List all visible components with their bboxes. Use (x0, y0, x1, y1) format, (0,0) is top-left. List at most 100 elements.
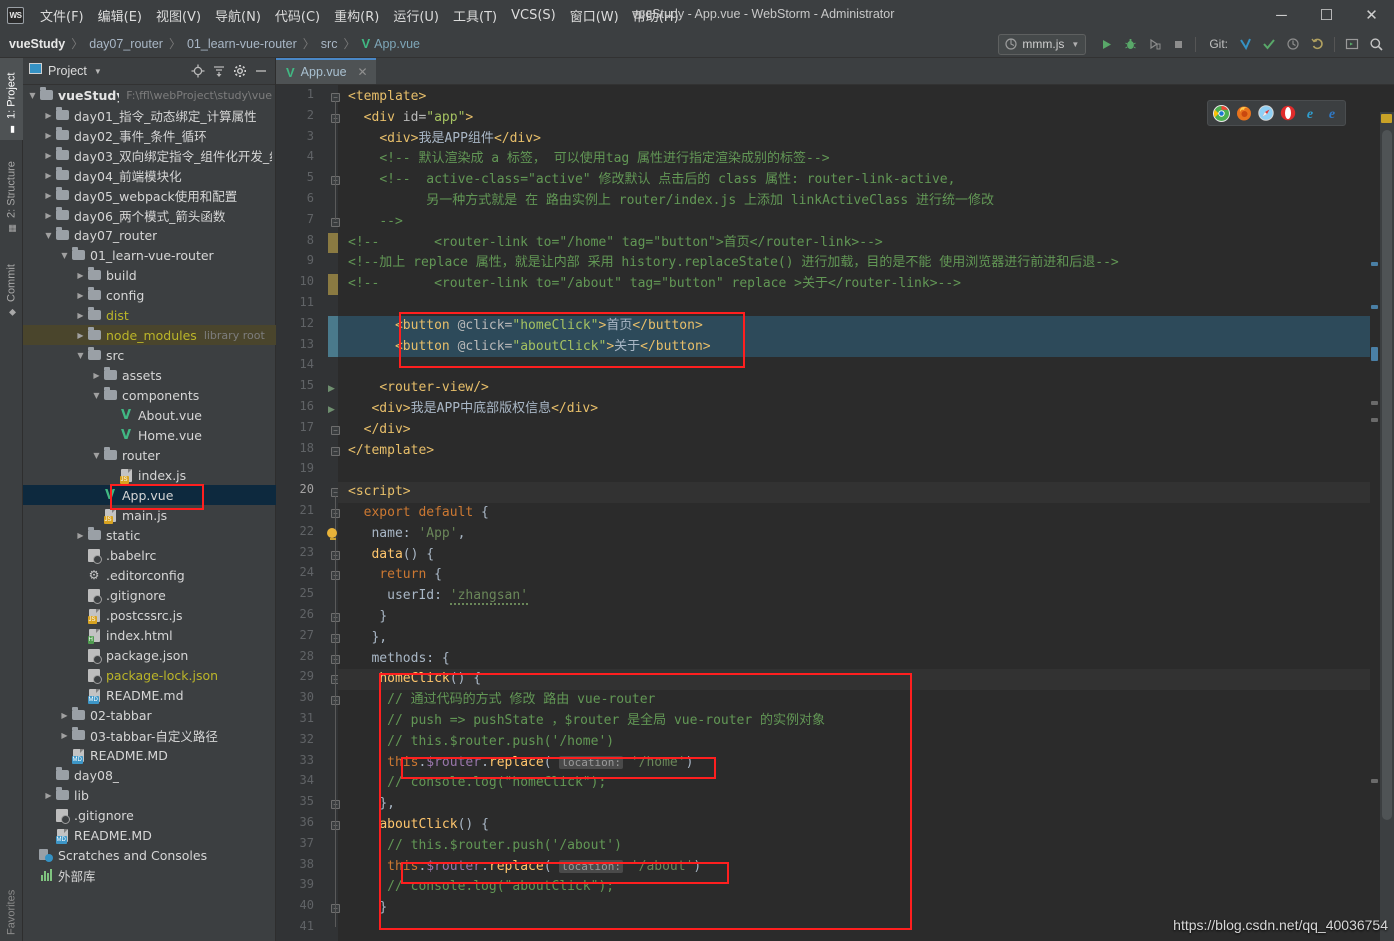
coverage-icon[interactable] (1143, 33, 1165, 55)
tree-node-16[interactable]: ·V About.vue (23, 405, 276, 425)
menu-code[interactable]: 代码(C) (268, 3, 327, 28)
undo-icon[interactable] (1306, 33, 1328, 55)
git-history-icon[interactable] (1282, 33, 1304, 55)
chevron-right-icon[interactable]: ▶ (75, 271, 86, 280)
tree-node-12[interactable]: ▶ node_modules library root (23, 325, 276, 345)
tree-node-11[interactable]: ▶ dist (23, 305, 276, 325)
chevron-down-icon[interactable]: ▼ (75, 351, 86, 360)
chevron-right-icon[interactable]: ▶ (43, 211, 54, 220)
tree-node-0[interactable]: ▼ vueStudy F:\ffl\webProject\study\vue (23, 85, 276, 105)
ie-icon[interactable]: e (1301, 105, 1318, 122)
breadcrumb-item-4[interactable]: App.vue (374, 37, 420, 51)
maximize-button[interactable]: ☐ (1304, 0, 1349, 30)
tree-node-35[interactable]: ▶ lib (23, 785, 276, 805)
tree-node-27[interactable]: ·Hindex.html (23, 625, 276, 645)
chevron-right-icon[interactable]: ▶ (43, 111, 54, 120)
tree-node-10[interactable]: ▶ config (23, 285, 276, 305)
opera-icon[interactable] (1279, 105, 1296, 122)
tree-node-28[interactable]: · package.json (23, 645, 276, 665)
tree-node-30[interactable]: ·MDREADME.md (23, 685, 276, 705)
tree-node-23[interactable]: · .babelrc (23, 545, 276, 565)
tree-node-20[interactable]: ·V App.vue (23, 485, 276, 505)
tree-node-26[interactable]: ·JS.postcssrc.js (23, 605, 276, 625)
tree-node-8[interactable]: ▼ 01_learn-vue-router (23, 245, 276, 265)
tree-node-24[interactable]: ·⚙ .editorconfig (23, 565, 276, 585)
project-tree[interactable]: ▼ vueStudy F:\ffl\webProject\study\vue ▶ day… (23, 85, 276, 941)
edge-icon[interactable]: e (1323, 105, 1340, 122)
tree-node-14[interactable]: ▶ assets (23, 365, 276, 385)
tree-node-9[interactable]: ▶ build (23, 265, 276, 285)
stop-icon[interactable] (1167, 33, 1189, 55)
breadcrumb-item-3[interactable]: src (321, 37, 338, 51)
git-commit-icon[interactable] (1258, 33, 1280, 55)
close-icon[interactable]: ✕ (358, 65, 368, 79)
tree-node-18[interactable]: ▼ router (23, 445, 276, 465)
firefox-icon[interactable] (1235, 105, 1252, 122)
chevron-right-icon[interactable]: ▶ (43, 191, 54, 200)
scrollbar-thumb[interactable] (1382, 130, 1392, 820)
breadcrumb-item-2[interactable]: 01_learn-vue-router (187, 37, 297, 51)
marker-bar[interactable] (1370, 112, 1380, 941)
chevron-right-icon[interactable]: ▶ (43, 131, 54, 140)
sidebar-tab-structure[interactable]: ▦ 2: Structure (0, 144, 23, 239)
tree-node-29[interactable]: · package-lock.json (23, 665, 276, 685)
tree-node-33[interactable]: ·MDREADME.MD (23, 745, 276, 765)
chevron-right-icon[interactable]: ▶ (75, 331, 86, 340)
hide-icon[interactable] (250, 61, 271, 82)
tree-node-38[interactable]: · Scratches and Consoles (23, 845, 276, 865)
tree-node-22[interactable]: ▶ static (23, 525, 276, 545)
menu-edit[interactable]: 编辑(E) (91, 3, 149, 28)
tree-node-37[interactable]: ·MDREADME.MD (23, 825, 276, 845)
close-button[interactable]: ✕ (1349, 0, 1394, 30)
tree-node-5[interactable]: ▶ day05_webpack使用和配置 (23, 185, 276, 205)
search-everywhere-icon[interactable] (1365, 33, 1387, 55)
sidebar-tab-project[interactable]: ▮ 1: Project (0, 58, 23, 140)
chevron-right-icon[interactable]: ▶ (75, 291, 86, 300)
vcs-change-marker[interactable] (328, 232, 338, 254)
vcs-change-marker[interactable] (328, 315, 338, 358)
tree-node-2[interactable]: ▶ day02_事件_条件_循环 (23, 125, 276, 145)
menu-view[interactable]: 视图(V) (149, 3, 208, 28)
code-text[interactable]: <template> <div id="app"> <div>我是APP组件</… (338, 85, 1394, 941)
chevron-down-icon[interactable]: ▼ (91, 451, 102, 460)
tree-node-6[interactable]: ▶ day06_两个模式_箭头函数 (23, 205, 276, 225)
chevron-right-icon[interactable]: ▶ (75, 311, 86, 320)
menu-file[interactable]: 文件(F) (33, 3, 91, 28)
chevron-right-icon[interactable]: ▶ (91, 371, 102, 380)
chevron-right-icon[interactable]: ▶ (59, 711, 70, 720)
sidebar-tab-commit[interactable]: ◆ Commit (0, 245, 23, 323)
chevron-right-icon[interactable]: ▶ (59, 731, 70, 740)
inspection-status-badge[interactable] (1381, 114, 1392, 123)
safari-icon[interactable] (1257, 105, 1274, 122)
chevron-down-icon[interactable]: ▼ (91, 391, 102, 400)
minimize-button[interactable]: ─ (1259, 0, 1304, 30)
chevron-right-icon[interactable]: ▶ (43, 151, 54, 160)
chevron-down-icon[interactable]: ▼ (59, 251, 70, 260)
tree-node-15[interactable]: ▼ components (23, 385, 276, 405)
git-update-icon[interactable] (1234, 33, 1256, 55)
menu-vcs[interactable]: VCS(S) (504, 5, 563, 26)
chevron-right-icon[interactable]: ▶ (43, 171, 54, 180)
breadcrumb-item-1[interactable]: day07_router (89, 37, 163, 51)
tree-node-7[interactable]: ▼ day07_router (23, 225, 276, 245)
tree-node-3[interactable]: ▶ day03_双向绑定指令_组件化开发_组件 (23, 145, 276, 165)
tree-node-1[interactable]: ▶ day01_指令_动态绑定_计算属性 (23, 105, 276, 125)
chevron-right-icon[interactable]: ▶ (43, 791, 54, 800)
menu-run[interactable]: 运行(U) (386, 3, 446, 28)
run-icon[interactable] (1095, 33, 1117, 55)
locate-icon[interactable] (187, 61, 208, 82)
menu-refactor[interactable]: 重构(R) (327, 3, 386, 28)
terminal-icon[interactable] (1341, 33, 1363, 55)
vertical-scrollbar[interactable] (1380, 112, 1394, 941)
browser-launcher-bar[interactable]: e e (1207, 100, 1346, 126)
run-configuration-selector[interactable]: mmm.js ▼ (998, 33, 1087, 55)
tree-node-4[interactable]: ▶ day04_前端模块化 (23, 165, 276, 185)
gutter-run-arrow[interactable]: ▶ (328, 383, 335, 394)
collapse-all-icon[interactable] (208, 61, 229, 82)
gutter-run-arrow[interactable]: ▶ (328, 404, 335, 415)
tree-node-13[interactable]: ▼ src (23, 345, 276, 365)
editor-tab-app-vue[interactable]: V App.vue ✕ (276, 58, 376, 84)
tree-node-39[interactable]: · 外部库 (23, 865, 276, 885)
menu-navigate[interactable]: 导航(N) (208, 3, 268, 28)
vcs-change-marker[interactable] (328, 274, 338, 295)
